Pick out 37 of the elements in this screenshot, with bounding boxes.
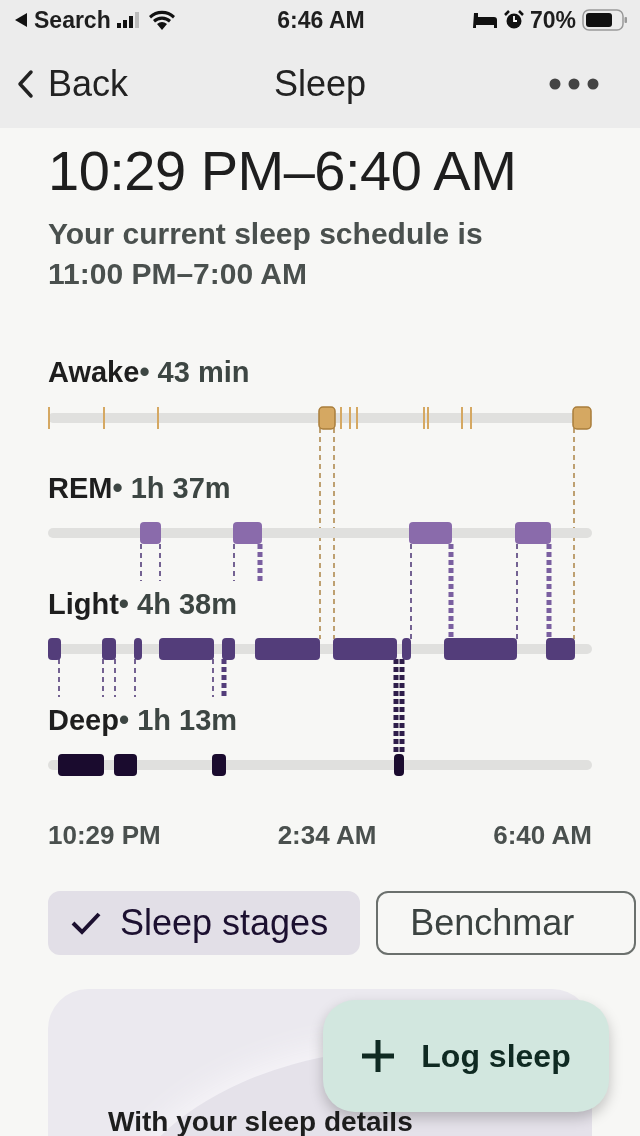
- battery-icon: [582, 9, 628, 31]
- stage-label: Deep• 1h 13m: [48, 703, 238, 738]
- signal-icon: [116, 12, 141, 28]
- wifi-icon: [146, 9, 177, 31]
- dashed-line: [257, 544, 263, 581]
- axis-label: 10:29 PM: [48, 820, 161, 851]
- alarm-clock-icon: [503, 10, 524, 30]
- dashed-line: [221, 659, 227, 697]
- axis-label: 6:40 AM: [493, 820, 592, 851]
- dashed-line: [102, 658, 104, 698]
- filter-chip[interactable]: Sleep stages: [48, 891, 361, 955]
- plus-icon: [361, 1039, 396, 1073]
- checkmark-icon: [70, 911, 102, 935]
- battery-percent: 70%: [529, 6, 576, 34]
- dashed-line: [140, 543, 142, 582]
- back-button[interactable]: Back: [16, 63, 129, 105]
- stage-label: REM• 1h 37m: [48, 471, 231, 506]
- filter-chip[interactable]: Benchmar: [376, 891, 637, 955]
- stage-label: Awake• 43 min: [48, 355, 250, 390]
- stage-label: Light• 4h 38m: [48, 587, 237, 622]
- chevron-left-icon: [16, 69, 34, 99]
- dashed-line: [233, 543, 235, 582]
- dashed-line: [58, 658, 60, 698]
- dashed-line: [212, 658, 214, 698]
- dashed-line: [114, 658, 116, 698]
- schedule-text: Your current sleep schedule is 11:00 PM–7:00 AM: [48, 216, 484, 292]
- back-arrow-icon: [14, 12, 28, 28]
- screen-title: Sleep: [272, 63, 368, 105]
- sleep-time-range: 10:29 PM–6:40 AM: [48, 138, 518, 204]
- axis-label: 2:34 AM: [277, 820, 377, 851]
- clock-time: 6:46 AM: [277, 6, 365, 34]
- dashed-line: [134, 658, 136, 698]
- dashed-line: [159, 543, 161, 582]
- more-menu-icon[interactable]: [548, 77, 600, 91]
- log-sleep-button[interactable]: Log sleep: [323, 1000, 609, 1112]
- bed-icon: [471, 11, 498, 29]
- back-app-label[interactable]: Search: [34, 6, 111, 34]
